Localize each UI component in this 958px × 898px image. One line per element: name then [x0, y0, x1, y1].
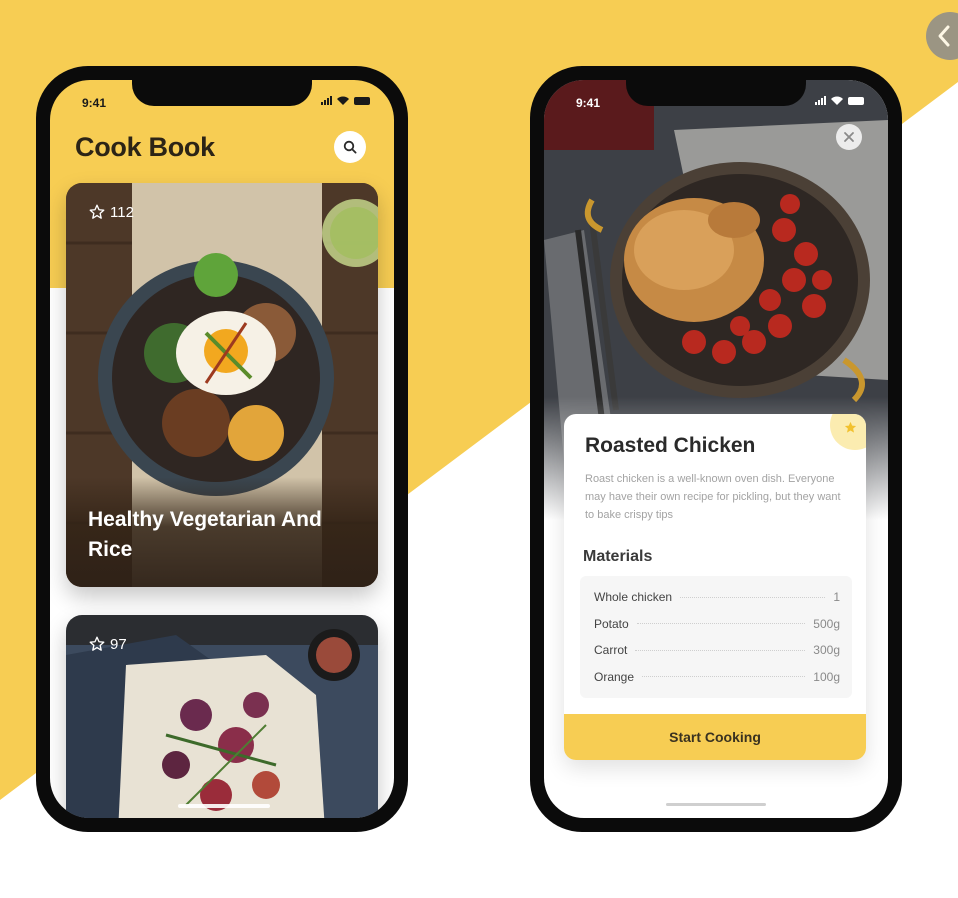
material-quantity: 500g	[813, 616, 840, 631]
material-row: Potato 500g	[594, 611, 840, 638]
start-cooking-button[interactable]: Start Cooking	[564, 714, 866, 760]
status-icons	[321, 96, 370, 105]
search-icon	[343, 140, 357, 154]
recipe-detail-card: Roasted Chicken Roast chicken is a well-…	[564, 414, 866, 760]
rating-badge: 97	[88, 635, 127, 653]
material-name: Carrot	[594, 643, 628, 658]
rating-count: 112	[110, 203, 134, 221]
star-outline-icon[interactable]	[88, 635, 106, 653]
home-screen: 9:41 Cook Book 112 Healthy Vegetarian An…	[50, 80, 394, 818]
material-quantity: 300g	[813, 643, 840, 658]
status-time: 9:41	[576, 96, 601, 110]
wifi-icon	[831, 96, 843, 105]
material-row: Carrot 300g	[594, 637, 840, 664]
battery-icon	[354, 96, 370, 105]
rating-count: 97	[110, 635, 127, 653]
leader-dots	[680, 596, 826, 598]
home-indicator[interactable]	[666, 803, 766, 806]
app-title: Cook Book	[75, 132, 215, 162]
leader-dots	[636, 623, 806, 625]
battery-icon	[848, 96, 864, 105]
star-filled-icon	[844, 421, 857, 433]
close-icon	[844, 132, 854, 142]
recipe-description: Roast chicken is a well-known oven dish.…	[585, 473, 841, 521]
search-button[interactable]	[334, 131, 366, 163]
material-row: Whole chicken 1	[594, 584, 840, 611]
material-name: Whole chicken	[594, 590, 673, 605]
phone-home-screen: 9:41 Cook Book 112 Healthy Vegetarian An…	[36, 66, 408, 832]
recipe-card[interactable]: 112 Healthy Vegetarian And Rice	[66, 183, 378, 587]
chevron-left-icon	[938, 25, 950, 47]
signal-icon	[321, 96, 332, 105]
detail-screen: 9:41 Roasted Chicken Roast chicken is a …	[544, 80, 888, 818]
status-time: 9:41	[82, 96, 107, 110]
material-quantity: 100g	[813, 669, 840, 684]
materials-list: Whole chicken 1 Potato 500g Carrot 300g …	[580, 576, 852, 698]
rating-badge: 112	[88, 203, 134, 221]
material-name: Potato	[594, 616, 629, 631]
recipe-title: Roasted Chicken	[585, 434, 756, 457]
recipe-title: Healthy Vegetarian And Rice	[88, 508, 322, 561]
material-row: Orange 100g	[594, 664, 840, 691]
home-indicator[interactable]	[178, 804, 270, 808]
leader-dots	[635, 649, 806, 651]
signal-icon	[815, 96, 826, 105]
phone-notch	[132, 80, 312, 106]
recipe-card[interactable]: 97	[66, 615, 378, 818]
materials-heading: Materials	[583, 548, 653, 565]
wifi-icon	[337, 96, 349, 105]
phone-notch	[626, 80, 806, 106]
star-outline-icon[interactable]	[88, 203, 106, 221]
phone-detail-screen: 9:41 Roasted Chicken Roast chicken is a …	[530, 66, 902, 832]
material-name: Orange	[594, 669, 635, 684]
close-button[interactable]	[836, 124, 862, 150]
material-quantity: 1	[833, 590, 840, 605]
status-icons	[815, 96, 864, 105]
favorite-button[interactable]	[830, 414, 866, 450]
leader-dots	[642, 676, 806, 678]
